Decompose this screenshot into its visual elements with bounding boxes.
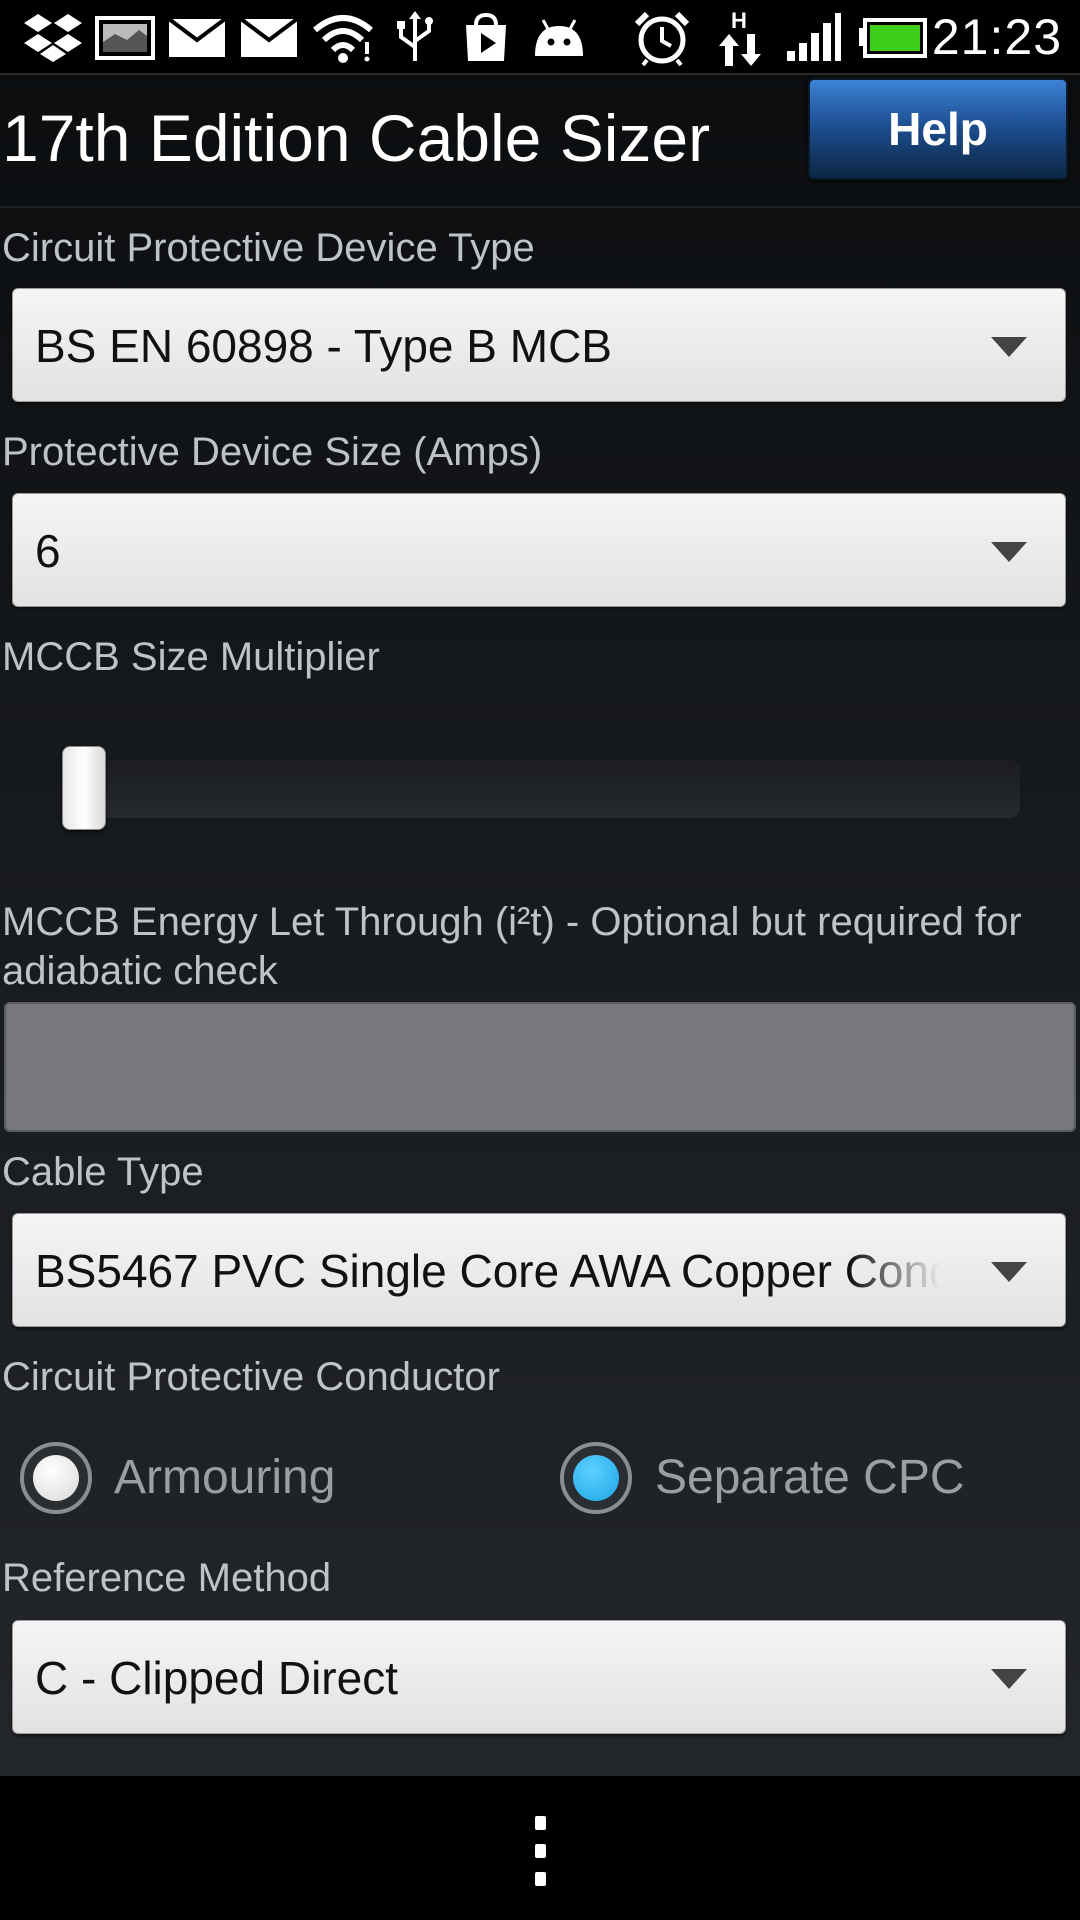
cable-type-spinner[interactable]: BS5467 PVC Single Core AWA Copper Conduc… xyxy=(12,1213,1066,1327)
reference-method-label: Reference Method xyxy=(2,1556,332,1600)
clock: 21:23 xyxy=(931,9,1062,65)
energy-label-line2: adiabatic check xyxy=(2,949,278,993)
mccb-multiplier-slider[interactable] xyxy=(64,760,1020,818)
overflow-menu-icon[interactable] xyxy=(520,1816,560,1886)
mccb-multiplier-label: MCCB Size Multiplier xyxy=(2,635,380,679)
status-bar: H 21:23 xyxy=(0,0,1080,75)
armouring-radio-label[interactable]: Armouring xyxy=(114,1450,335,1505)
armouring-radio[interactable] xyxy=(20,1442,92,1514)
energy-label-line1: MCCB Energy Let Through (i²t) - Optional… xyxy=(2,900,1022,944)
svg-text:H: H xyxy=(731,8,747,33)
dropdown-arrow-icon xyxy=(991,1669,1027,1689)
wifi-icon xyxy=(310,10,376,65)
device-type-label: Circuit Protective Device Type xyxy=(2,226,535,270)
radio-unchecked-icon xyxy=(33,1455,79,1501)
android-icon xyxy=(528,10,590,65)
device-type-spinner[interactable]: BS EN 60898 - Type B MCB xyxy=(12,288,1066,402)
slider-thumb[interactable] xyxy=(62,746,106,830)
alarm-icon xyxy=(632,10,692,66)
separate-cpc-radio-label[interactable]: Separate CPC xyxy=(655,1450,965,1505)
usb-icon xyxy=(390,10,440,65)
dropdown-arrow-icon xyxy=(991,1262,1027,1282)
dropdown-arrow-icon xyxy=(991,542,1027,562)
energy-input[interactable] xyxy=(4,1002,1076,1132)
reference-method-spinner[interactable]: C - Clipped Direct xyxy=(12,1620,1066,1734)
app-screen: H 21:23 17th Edition Cable Sizer Help Ci… xyxy=(0,0,1080,1920)
help-button[interactable]: Help xyxy=(808,78,1068,180)
device-size-label: Protective Device Size (Amps) xyxy=(2,430,543,474)
device-type-value: BS EN 60898 - Type B MCB xyxy=(35,320,612,372)
dropbox-icon xyxy=(20,10,86,65)
battery-icon xyxy=(858,10,928,65)
gmail-icon xyxy=(166,10,228,65)
dropdown-arrow-icon xyxy=(991,337,1027,357)
device-size-value: 6 xyxy=(35,525,61,577)
page-title: 17th Edition Cable Sizer xyxy=(2,101,711,175)
gallery-icon xyxy=(94,10,156,65)
navigation-bar xyxy=(0,1776,1080,1920)
reference-method-value: C - Clipped Direct xyxy=(35,1652,398,1704)
signal-icon xyxy=(784,10,844,65)
device-size-spinner[interactable]: 6 xyxy=(12,493,1066,607)
cable-type-value: BS5467 PVC Single Core AWA Copper Conduc… xyxy=(35,1245,940,1297)
cable-type-label: Cable Type xyxy=(2,1150,204,1194)
play-store-icon xyxy=(456,10,516,65)
radio-checked-icon xyxy=(573,1455,619,1501)
separate-cpc-radio[interactable] xyxy=(560,1442,632,1514)
hspa-data-icon: H xyxy=(716,8,766,66)
cpc-label: Circuit Protective Conductor xyxy=(2,1355,500,1399)
header-divider xyxy=(0,206,1080,208)
email-icon xyxy=(238,10,300,65)
